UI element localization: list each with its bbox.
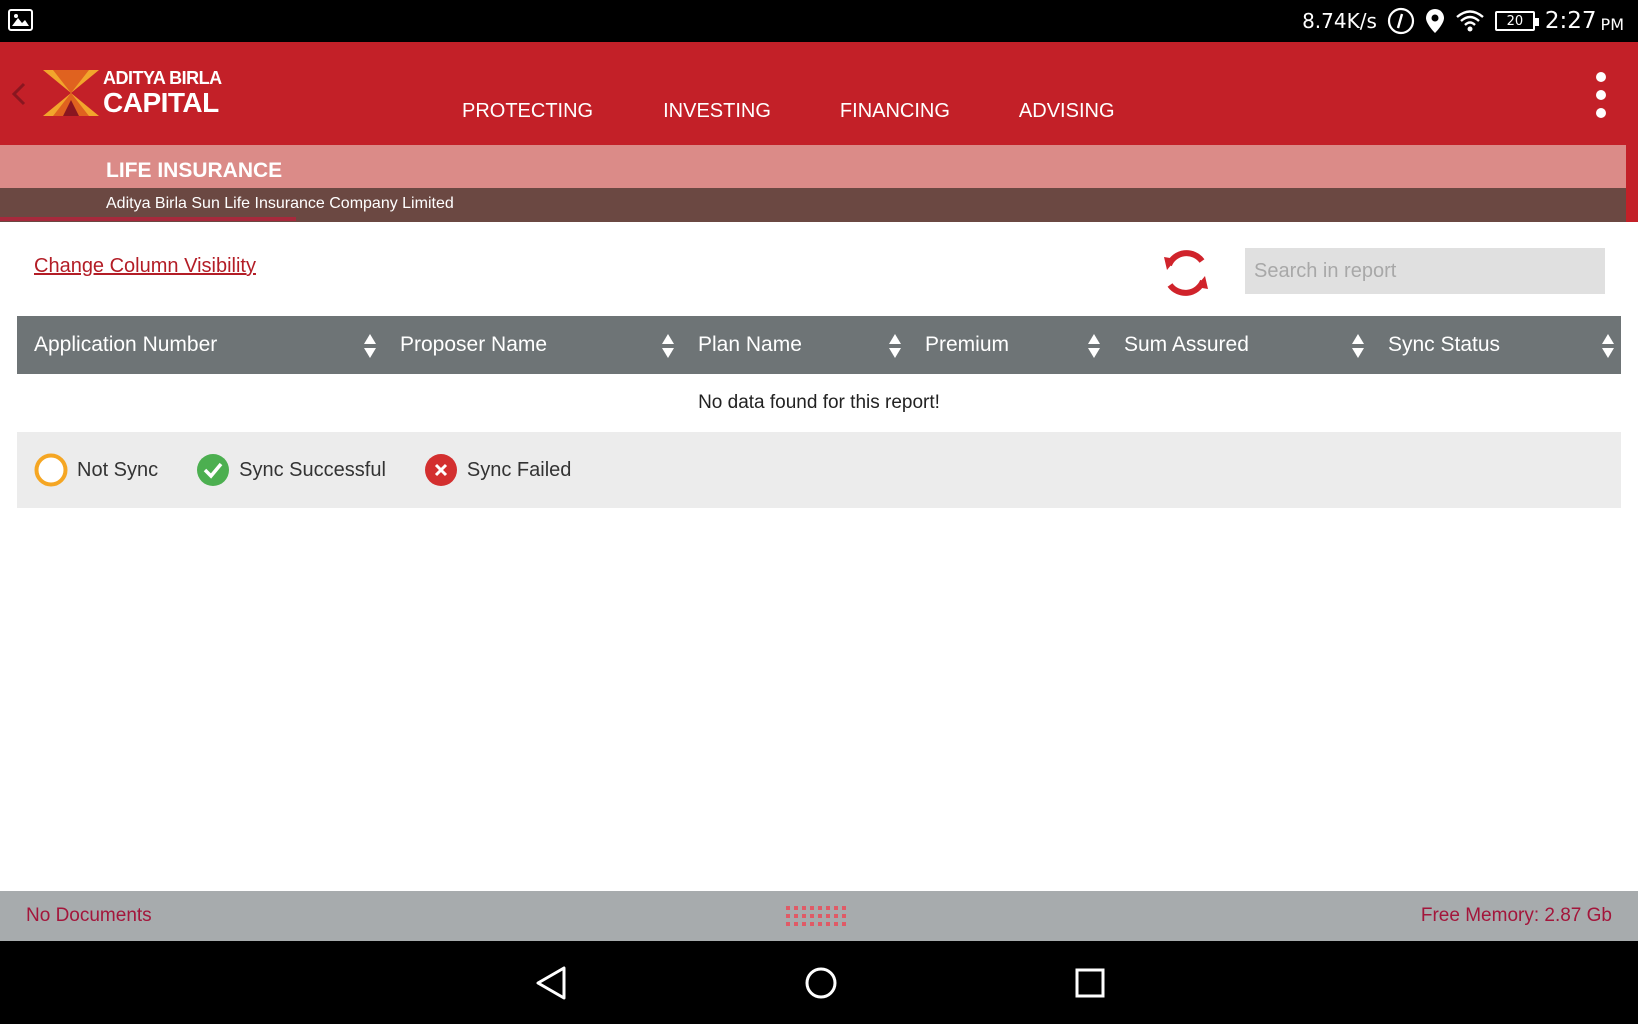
net-speed: 8.74K/s [1302, 9, 1377, 33]
back-triangle-icon[interactable] [532, 963, 572, 1003]
logo-mark-icon [43, 70, 99, 116]
column-label: Plan Name [698, 333, 802, 356]
column-application-number[interactable]: Application Number [17, 316, 383, 374]
sort-icon[interactable] [1601, 332, 1615, 360]
logo-text: ADITYA BIRLA CAPITAL [103, 69, 222, 117]
check-circle-icon [197, 454, 230, 486]
legend-not-sync: Not Sync [34, 453, 158, 487]
column-label: Application Number [34, 333, 218, 356]
x-circle-icon [424, 454, 457, 486]
nav-financing[interactable]: FINANCING [840, 100, 950, 123]
kebab-menu-icon[interactable] [1596, 72, 1608, 120]
nav-protecting[interactable]: PROTECTING [462, 100, 593, 123]
app-footer: No Documents Free Memory: 2.87 Gb [0, 891, 1638, 941]
free-memory: Free Memory: 2.87 Gb [1420, 905, 1612, 926]
legend-sync-successful: Sync Successful [196, 453, 386, 487]
sort-icon[interactable] [1087, 332, 1101, 360]
clock: 2:27 [1544, 8, 1597, 34]
recents-square-icon[interactable] [1070, 963, 1110, 1003]
sort-icon[interactable] [1351, 332, 1365, 360]
section-title: LIFE INSURANCE [106, 159, 283, 182]
column-premium[interactable]: Premium [908, 316, 1107, 374]
wifi-icon [1456, 10, 1484, 32]
change-column-visibility-link[interactable]: Change Column Visibility [34, 255, 256, 278]
data-saver-icon [1387, 7, 1414, 35]
brand-logo: ADITYA BIRLA CAPITAL [43, 69, 222, 117]
empty-table-message: No data found for this report! [698, 392, 940, 413]
sync-legend: Not Sync Sync Successful Sync Failed [17, 432, 1621, 508]
report-table-header: Application Number Proposer Name Plan Na… [17, 316, 1621, 374]
banner-accent-line [0, 217, 296, 221]
logo-line2: CAPITAL [103, 87, 219, 118]
column-label: Proposer Name [400, 333, 548, 356]
clock-ampm: PM [1600, 14, 1624, 34]
nav-investing[interactable]: INVESTING [663, 100, 771, 123]
sort-icon[interactable] [661, 332, 675, 360]
column-sum-assured[interactable]: Sum Assured [1107, 316, 1371, 374]
android-nav-bar [0, 941, 1638, 1024]
documents-status: No Documents [26, 905, 152, 926]
legend-label: Sync Successful [239, 458, 386, 481]
refresh-icon[interactable] [1158, 245, 1214, 301]
banner-edge [1626, 145, 1638, 222]
chevron-left-icon[interactable] [8, 80, 30, 108]
column-proposer-name[interactable]: Proposer Name [383, 316, 681, 374]
empty-circle-icon [34, 453, 68, 487]
column-label: Sum Assured [1124, 333, 1249, 356]
sort-icon[interactable] [888, 332, 902, 360]
status-bar-right: 8.74K/s 20 2:27 PM [1302, 0, 1624, 42]
main-nav: PROTECTING INVESTING FINANCING ADVISING [462, 100, 1185, 123]
status-bar: 8.74K/s 20 2:27 PM [0, 0, 1638, 42]
legend-label: Sync Failed [466, 458, 572, 481]
photo-icon [8, 9, 33, 31]
column-label: Premium [925, 333, 1010, 356]
battery-level: 20 [1506, 13, 1524, 29]
section-banner: LIFE INSURANCE [0, 145, 1626, 188]
company-name: Aditya Birla Sun Life Insurance Company … [106, 195, 454, 212]
logo-line1: ADITYA BIRLA [103, 68, 222, 88]
column-plan-name[interactable]: Plan Name [681, 316, 908, 374]
nav-advising[interactable]: ADVISING [1019, 100, 1115, 123]
app-header: ADITYA BIRLA CAPITAL PROTECTING INVESTIN… [0, 42, 1638, 145]
sort-icon[interactable] [363, 332, 377, 360]
column-sync-status[interactable]: Sync Status [1371, 316, 1621, 374]
legend-sync-failed: Sync Failed [424, 453, 572, 487]
search-input[interactable] [1245, 248, 1605, 294]
location-icon [1425, 9, 1444, 33]
column-label: Sync Status [1388, 333, 1501, 356]
home-circle-icon[interactable] [801, 963, 841, 1003]
drag-handle-icon[interactable] [786, 906, 852, 928]
legend-label: Not Sync [77, 458, 159, 481]
battery-icon: 20 [1494, 11, 1539, 31]
